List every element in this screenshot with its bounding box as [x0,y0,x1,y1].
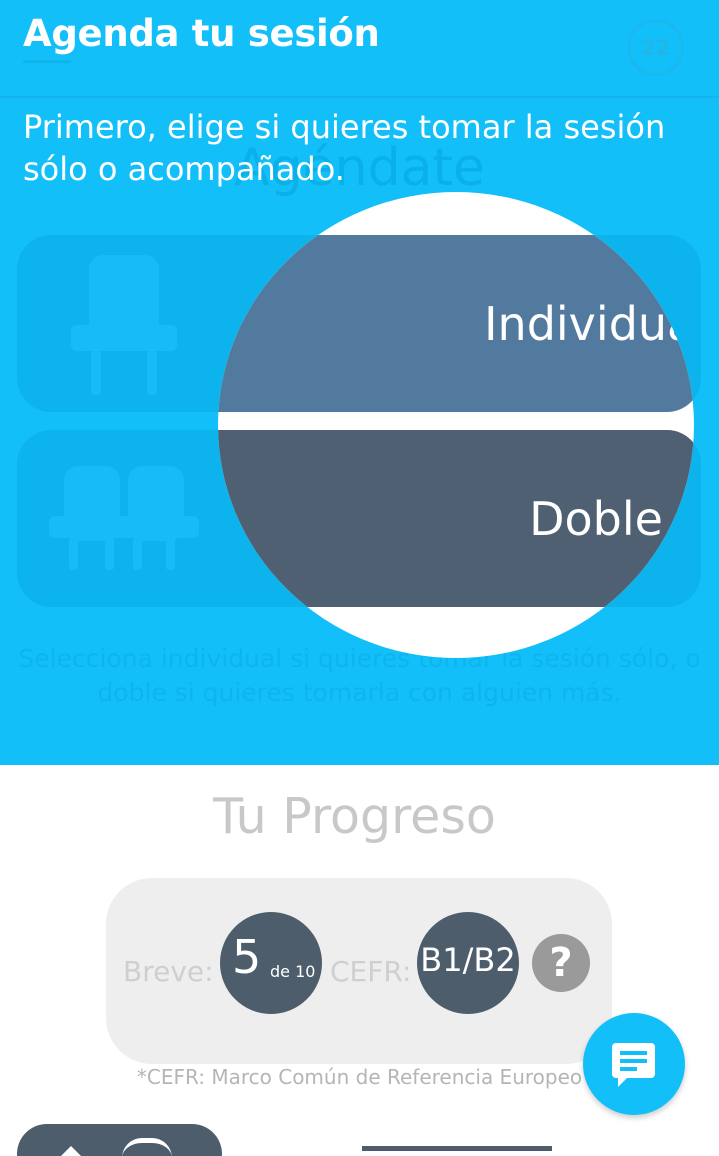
bottom-pill[interactable] [17,1124,222,1156]
progress-title: Tu Progreso [213,788,496,845]
cefr-label: CEFR: [330,955,412,988]
breve-value: 5 [232,930,262,984]
help-icon[interactable]: ? [532,934,590,992]
app-header: Agenda tu sesión 22 [0,0,719,96]
cefr-level: B1/B2 [417,912,519,1014]
breve-label: Breve: [123,955,214,988]
double-chair-icon [49,466,199,576]
bottom-fragment [362,1146,552,1156]
tutorial-overlay: Agenda tu sesión 22 Agéndate Selecciona … [0,0,719,765]
chat-icon [612,1043,655,1087]
breve-of: de 10 [270,962,316,981]
background-caption: Selecciona individual si quieres tomar l… [18,644,701,707]
page-title: Agenda tu sesión [23,12,380,55]
individual-button-label: Individual [483,296,694,351]
title-underline [23,60,71,63]
chat-button[interactable] [583,1013,685,1115]
doble-button-label: Doble [529,491,663,546]
pill-fragment [122,1138,172,1156]
spotlight: Individual Doble [218,192,694,658]
individual-button[interactable]: Individual [218,235,694,412]
breve-circle: 5 de 10 [220,912,322,1014]
doble-button[interactable]: Doble [218,430,694,607]
up-arrow-icon [59,1146,83,1156]
tutorial-instruction: Primero, elige si quieres tomar la sesió… [23,108,666,188]
chair-icon [69,255,179,400]
credits-badge[interactable]: 22 [627,19,684,76]
